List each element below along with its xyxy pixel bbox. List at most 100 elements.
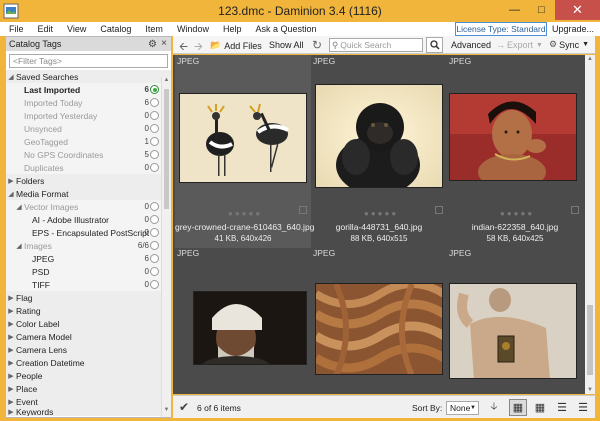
radio-icon[interactable]	[150, 124, 159, 133]
scroll-up-icon[interactable]: ▲	[585, 56, 595, 62]
radio-icon[interactable]	[150, 137, 159, 146]
rating-stars[interactable]: ●●●●●	[500, 209, 534, 218]
radio-icon[interactable]	[150, 267, 159, 276]
chevron-down-icon[interactable]: ◢	[14, 242, 24, 250]
maximize-button[interactable]: □	[528, 0, 555, 20]
tree-group-event[interactable]: ▶ Event	[6, 395, 171, 408]
tree-item-imported-today[interactable]: Imported Today 6	[6, 96, 171, 109]
tree-group-camera-model[interactable]: ▶ Camera Model	[6, 330, 171, 343]
chevron-right-icon[interactable]: ▶	[6, 359, 16, 367]
tree-item-ai[interactable]: AI - Adobe Illustrator 0	[6, 213, 171, 226]
tags-scrollbar[interactable]: ▲ ▼	[161, 77, 171, 417]
tree-group-rating[interactable]: ▶ Rating	[6, 304, 171, 317]
thumbnail-item[interactable]: JPEG	[175, 247, 311, 394]
chevron-down-icon[interactable]: ◢	[6, 190, 16, 198]
chevron-right-icon[interactable]: ▶	[6, 408, 16, 416]
radio-icon[interactable]	[150, 254, 159, 263]
chevron-right-icon[interactable]: ▶	[6, 307, 16, 315]
checkmark-icon[interactable]: ✔	[179, 400, 189, 414]
chevron-right-icon[interactable]: ▶	[6, 333, 16, 341]
radio-icon[interactable]	[150, 241, 159, 250]
menu-catalog[interactable]: Catalog	[93, 24, 138, 34]
radio-icon[interactable]	[150, 150, 159, 159]
tree-group-color-label[interactable]: ▶ Color Label	[6, 317, 171, 330]
gear-icon[interactable]: ⚙	[148, 39, 157, 50]
thumbnail-item[interactable]: JPEG	[311, 247, 447, 394]
scroll-thumb[interactable]	[587, 305, 593, 375]
rating-stars[interactable]: ●●●●●	[228, 209, 262, 218]
tree-item-no-gps[interactable]: No GPS Coordinates 5	[6, 148, 171, 161]
rating-stars[interactable]: ●●●●●	[364, 209, 398, 218]
scroll-thumb[interactable]	[164, 89, 169, 209]
sort-by-select[interactable]: None ▼	[446, 401, 479, 415]
tree-item-jpeg[interactable]: JPEG 6	[6, 252, 171, 265]
menu-file[interactable]: File	[0, 24, 31, 34]
tree-item-eps[interactable]: EPS - Encapsulated PostScript 0	[6, 226, 171, 239]
menu-edit[interactable]: Edit	[31, 24, 61, 34]
grid-view-icon[interactable]: ▦	[531, 399, 549, 416]
radio-icon[interactable]	[150, 202, 159, 211]
refresh-icon[interactable]: ↻	[312, 38, 322, 52]
chevron-right-icon[interactable]: ▶	[6, 385, 16, 393]
chevron-down-icon[interactable]: ◢	[6, 73, 16, 81]
filter-tags-input[interactable]: <Filter Tags>	[9, 54, 168, 68]
show-all-button[interactable]: Show All	[269, 40, 304, 50]
thumbnail-item[interactable]: JPEG ●●●●● gorilla-448731_640.jpg 88 KB,…	[311, 55, 447, 248]
advanced-search-button[interactable]: Advanced	[451, 40, 491, 50]
chevron-right-icon[interactable]: ▶	[6, 320, 16, 328]
tree-item-geotagged[interactable]: GeoTagged 1	[6, 135, 171, 148]
radio-icon[interactable]	[150, 280, 159, 289]
tree-group-flag[interactable]: ▶ Flag	[6, 291, 171, 304]
radio-icon[interactable]	[150, 215, 159, 224]
tree-item-vector-images[interactable]: ◢ Vector Images 0	[6, 200, 171, 213]
scroll-down-icon[interactable]: ▼	[585, 387, 595, 393]
menu-item[interactable]: Item	[138, 24, 170, 34]
flag-checkbox[interactable]	[299, 206, 307, 214]
tree-group-creation-datetime[interactable]: ▶ Creation Datetime	[6, 356, 171, 369]
menu-help[interactable]: Help	[216, 24, 249, 34]
quick-search-input[interactable]: ⚲ Quick Search	[329, 38, 423, 52]
details-view-icon[interactable]: ☰	[574, 399, 592, 416]
tree-group-folders[interactable]: ▶ Folders	[6, 174, 171, 187]
menu-ask-question[interactable]: Ask a Question	[248, 24, 323, 34]
tree-item-last-imported[interactable]: Last Imported 6	[6, 83, 171, 96]
chevron-right-icon[interactable]: ▶	[6, 398, 16, 406]
minimize-button[interactable]: —	[501, 0, 528, 20]
tree-item-tiff[interactable]: TIFF 0	[6, 278, 171, 291]
scroll-down-icon[interactable]: ▼	[162, 407, 171, 417]
thumbnail-item[interactable]: JPEG ●●●●● indian-622358_640.jpg 58 KB, …	[447, 55, 583, 248]
tree-item-images[interactable]: ◢ Images 6/6	[6, 239, 171, 252]
tree-group-keywords[interactable]: ▶ Keywords	[6, 408, 171, 416]
export-button[interactable]: → Export ▼	[496, 40, 543, 50]
chevron-right-icon[interactable]: ▶	[6, 346, 16, 354]
sort-direction-icon[interactable]: 🡣	[485, 399, 503, 416]
thumbnail-item[interactable]: JPEG	[447, 247, 583, 394]
thumbnail-item[interactable]: JPEG ●●●●● grey-crowned-crane-610463_640…	[175, 55, 314, 248]
close-icon[interactable]: ×	[161, 38, 167, 49]
tree-item-psd[interactable]: PSD 0	[6, 265, 171, 278]
flag-checkbox[interactable]	[435, 206, 443, 214]
sync-button[interactable]: ⚙ Sync ▼	[549, 39, 589, 50]
chevron-down-icon[interactable]: ◢	[14, 203, 24, 211]
radio-icon[interactable]	[150, 163, 159, 172]
add-files-button[interactable]: 📂 Add Files	[210, 40, 262, 51]
scroll-up-icon[interactable]: ▲	[162, 77, 171, 87]
close-button[interactable]: ✕	[555, 0, 600, 20]
tree-group-saved-searches[interactable]: ◢ Saved Searches	[6, 70, 171, 83]
menu-view[interactable]: View	[60, 24, 93, 34]
tree-group-people[interactable]: ▶ People	[6, 369, 171, 382]
tree-item-imported-yesterday[interactable]: Imported Yesterday 0	[6, 109, 171, 122]
tree-item-duplicates[interactable]: Duplicates 0	[6, 161, 171, 174]
grid-scrollbar[interactable]: ▲ ▼	[585, 55, 595, 394]
chevron-right-icon[interactable]: ▶	[6, 372, 16, 380]
radio-icon[interactable]	[150, 111, 159, 120]
upgrade-link[interactable]: Upgrade...	[552, 22, 594, 36]
license-type-button[interactable]: License Type: Standard	[455, 22, 547, 36]
tree-group-camera-lens[interactable]: ▶ Camera Lens	[6, 343, 171, 356]
chevron-right-icon[interactable]: ▶	[6, 177, 16, 185]
radio-icon[interactable]	[150, 228, 159, 237]
chevron-right-icon[interactable]: ▶	[6, 294, 16, 302]
menu-window[interactable]: Window	[170, 24, 216, 34]
radio-icon[interactable]	[150, 98, 159, 107]
tree-item-unsynced[interactable]: Unsynced 0	[6, 122, 171, 135]
